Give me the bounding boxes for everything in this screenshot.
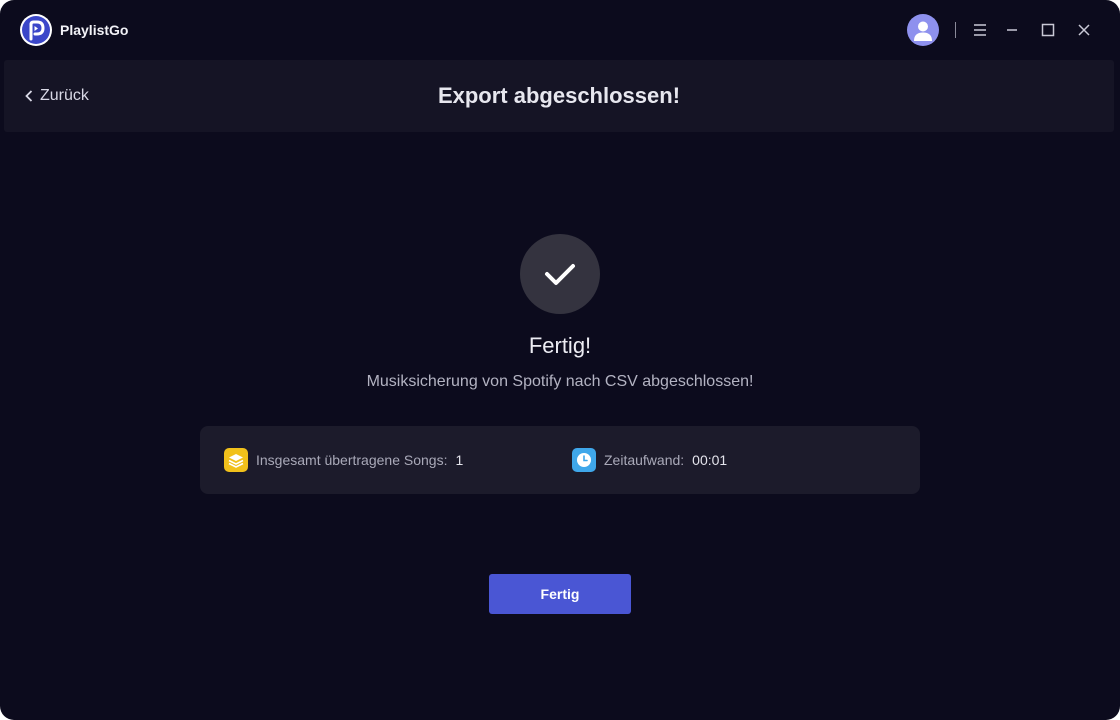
- playlistgo-logo-icon: [20, 14, 52, 46]
- page-header: Zurück Export abgeschlossen!: [4, 60, 1114, 132]
- app-window: PlaylistGo Zurück Export abgeschlossen! …: [0, 0, 1120, 720]
- menu-icon: [974, 24, 986, 36]
- user-avatar-icon[interactable]: [907, 14, 939, 46]
- time-stat-value: 00:01: [692, 452, 728, 468]
- close-button[interactable]: [1074, 20, 1094, 40]
- page-title: Export abgeschlossen!: [437, 83, 681, 108]
- layers-icon: [224, 448, 248, 472]
- minimize-icon: [1007, 29, 1017, 31]
- close-icon: [1078, 24, 1090, 36]
- title-bar: PlaylistGo: [0, 0, 1120, 60]
- clock-icon: [572, 448, 596, 472]
- songs-stat: Insgesamt übertragene Songs: 1: [224, 448, 463, 472]
- check-icon: [545, 264, 575, 285]
- maximize-icon: [1041, 23, 1055, 37]
- stats-panel: Insgesamt übertragene Songs: 1 Zeitaufwa…: [200, 426, 920, 494]
- titlebar-divider: [955, 22, 956, 38]
- result-subtitle: Musiksicherung von Spotify nach CSV abge…: [366, 373, 754, 390]
- songs-stat-label: Insgesamt übertragene Songs:: [256, 452, 448, 468]
- done-button[interactable]: Fertig: [489, 574, 631, 614]
- time-stat: Zeitaufwand: 00:01: [572, 448, 727, 472]
- songs-stat-value: 1: [455, 452, 464, 468]
- result-title: Fertig!: [528, 333, 592, 358]
- app-name: PlaylistGo: [60, 22, 129, 38]
- maximize-button[interactable]: [1038, 20, 1058, 40]
- minimize-button[interactable]: [1002, 20, 1022, 40]
- success-badge: [520, 234, 600, 314]
- time-stat-label: Zeitaufwand:: [604, 452, 685, 468]
- menu-button[interactable]: [970, 20, 990, 40]
